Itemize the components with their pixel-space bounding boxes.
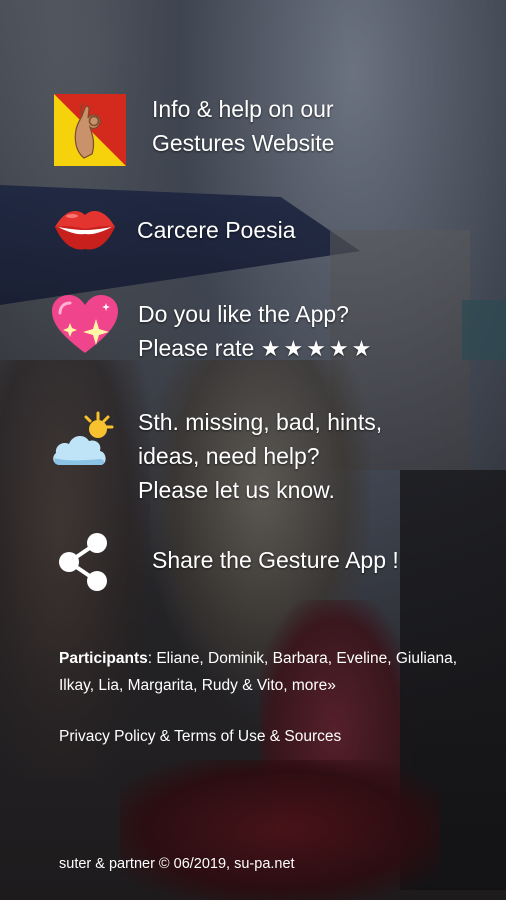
- feedback-label: Sth. missing, bad, hints, ideas, need he…: [138, 409, 383, 503]
- share-app-label: Share the Gesture App !: [152, 547, 399, 573]
- participants-credits[interactable]: Participants: Eliane, Dominik, Barbara, …: [59, 645, 459, 699]
- rating-stars[interactable]: ★★★★★: [261, 336, 375, 361]
- privacy-policy-link[interactable]: Privacy Policy & Terms of Use & Sources: [59, 728, 341, 746]
- share-icon: [55, 531, 111, 593]
- info-website-label: Info & help on our Gestures Website: [152, 96, 335, 156]
- lips-icon: [52, 203, 118, 255]
- sparkling-heart-icon: [50, 293, 120, 357]
- copyright-text: suter & partner © 06/2019, su-pa.net: [59, 856, 295, 872]
- sun-behind-cloud-icon: [50, 411, 118, 471]
- participants-label: Participants: [59, 650, 148, 667]
- rate-app-label: Do you like the App? Please rate ★★★★★: [138, 301, 375, 361]
- sicily-flag-gesture-icon: [54, 94, 126, 166]
- carcere-poesia-label: Carcere Poesia: [137, 217, 296, 243]
